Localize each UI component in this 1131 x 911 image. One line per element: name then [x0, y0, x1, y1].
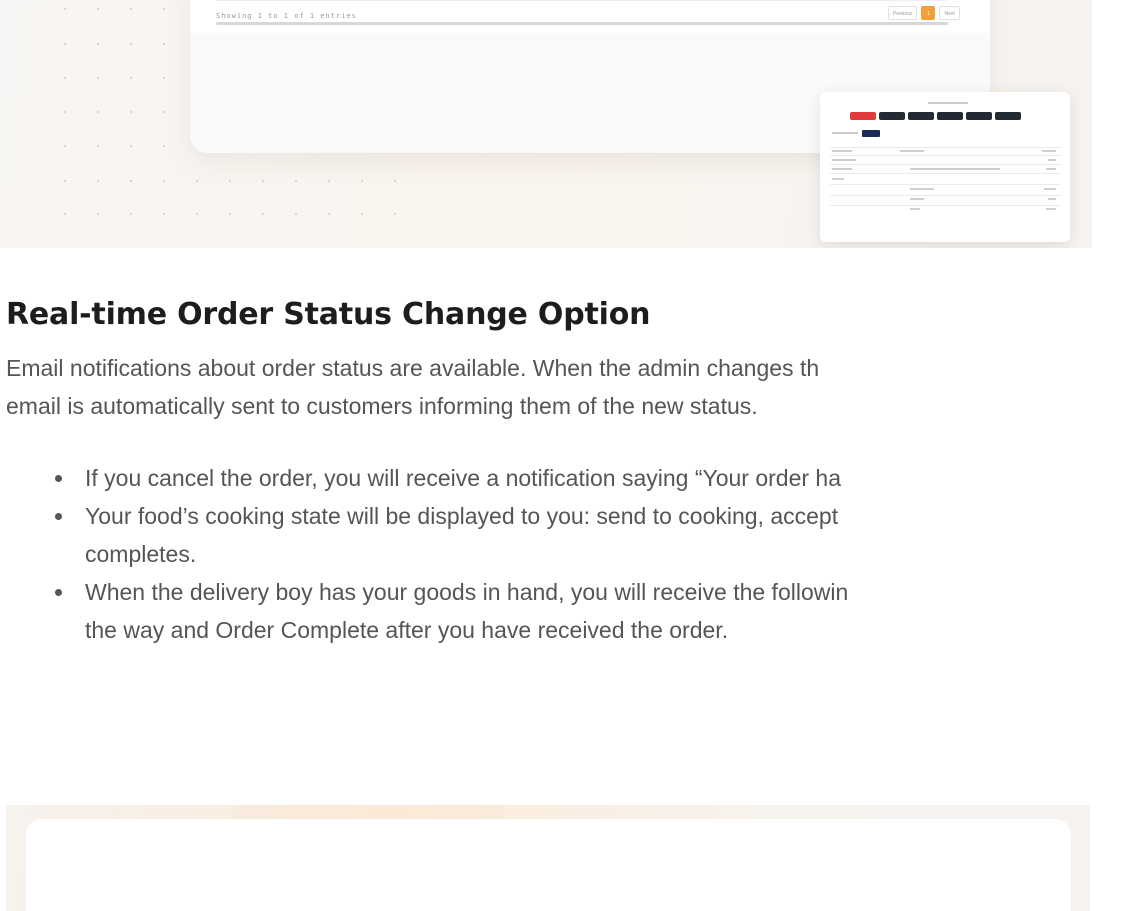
pattern-dot — [130, 43, 132, 45]
list-item: Your food’s cooking state will be displa… — [46, 497, 1131, 573]
pattern-dot — [97, 77, 99, 79]
pattern-dot — [229, 180, 231, 182]
order-status-buttons — [850, 112, 1021, 120]
list-item-line: If you cancel the order, you will receiv… — [85, 465, 842, 491]
pattern-dot — [328, 213, 330, 215]
pattern-dot — [328, 180, 330, 182]
list-item-line: When the delivery boy has your goods in … — [85, 579, 849, 605]
filter-button[interactable] — [862, 130, 880, 137]
status-bullet-list: If you cancel the order, you will receiv… — [46, 459, 1131, 649]
pattern-dot — [130, 8, 132, 10]
pattern-dot — [97, 180, 99, 182]
order-list-screenshot: Showing 1 to 1 of 1 entries Previous 1 N… — [0, 0, 1092, 248]
paragraph-line: email is automatically sent to customers… — [6, 393, 758, 419]
pattern-dot — [394, 180, 396, 182]
status-button[interactable] — [995, 112, 1021, 120]
pattern-dot — [97, 213, 99, 215]
status-button[interactable] — [850, 112, 876, 120]
pattern-dot — [64, 111, 66, 113]
pagination-next-button[interactable]: Next — [939, 6, 960, 20]
pattern-dot — [262, 213, 264, 215]
list-item-line: Your food’s cooking state will be displa… — [85, 503, 839, 529]
pattern-dot — [64, 43, 66, 45]
pattern-dot — [295, 213, 297, 215]
pattern-dot — [295, 180, 297, 182]
status-button[interactable] — [908, 112, 934, 120]
pattern-dot — [64, 77, 66, 79]
pagination-page-button[interactable]: 1 — [921, 6, 936, 20]
pattern-dot — [163, 145, 165, 147]
pattern-dot — [130, 180, 132, 182]
pattern-dot — [163, 111, 165, 113]
pattern-dot — [163, 180, 165, 182]
pattern-dot — [361, 213, 363, 215]
pattern-dot — [163, 43, 165, 45]
list-item: When the delivery boy has your goods in … — [46, 573, 1131, 649]
pattern-dot — [97, 8, 99, 10]
pattern-dot — [262, 180, 264, 182]
pattern-dot — [97, 43, 99, 45]
list-item-line: the way and Order Complete after you hav… — [85, 617, 729, 643]
pattern-dot — [64, 213, 66, 215]
pattern-dot — [130, 213, 132, 215]
pattern-dot — [163, 77, 165, 79]
status-button[interactable] — [937, 112, 963, 120]
paragraph-line: Email notifications about order status a… — [6, 355, 820, 381]
list-item: If you cancel the order, you will receiv… — [46, 459, 1131, 497]
next-screenshot — [6, 805, 1090, 911]
pattern-dot — [97, 145, 99, 147]
status-button[interactable] — [966, 112, 992, 120]
pattern-dot — [229, 213, 231, 215]
intro-paragraph: Email notifications about order status a… — [6, 349, 1131, 425]
pattern-dot — [97, 111, 99, 113]
pattern-dot — [163, 8, 165, 10]
pattern-dot — [130, 145, 132, 147]
status-button[interactable] — [879, 112, 905, 120]
next-screenshot-panel — [26, 819, 1071, 911]
pattern-dot — [163, 213, 165, 215]
pattern-dot — [196, 213, 198, 215]
table-scrollbar[interactable] — [216, 22, 948, 25]
section-heading: Real-time Order Status Change Option — [6, 297, 651, 332]
pattern-dot — [64, 8, 66, 10]
order-detail-panel — [820, 92, 1070, 242]
pattern-dot — [361, 180, 363, 182]
pagination: Previous 1 Next — [888, 6, 960, 20]
pattern-dot — [196, 180, 198, 182]
pagination-previous-button[interactable]: Previous — [888, 6, 918, 20]
pattern-dot — [394, 213, 396, 215]
list-item-line: completes. — [85, 541, 197, 567]
table-footer-info: Showing 1 to 1 of 1 entries — [216, 12, 357, 20]
pattern-dot — [130, 77, 132, 79]
pattern-dot — [130, 111, 132, 113]
pattern-dot — [64, 180, 66, 182]
pattern-dot — [64, 145, 66, 147]
